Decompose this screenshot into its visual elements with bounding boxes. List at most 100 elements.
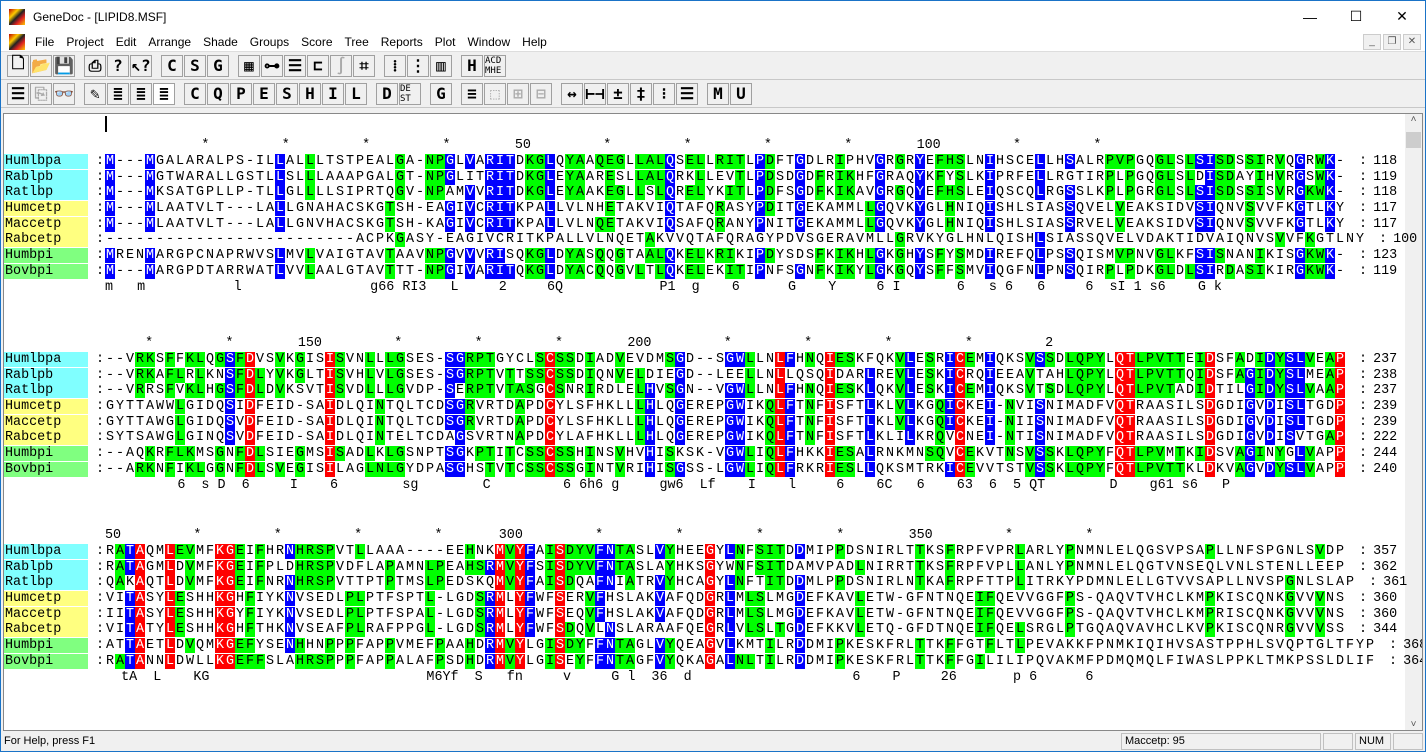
sequence-name[interactable]: Ratlbp [4, 383, 88, 399]
sequence-name[interactable]: Rabcetp [4, 430, 88, 446]
document-icon[interactable] [9, 33, 25, 50]
print-icon[interactable]: ⎙ [84, 54, 106, 77]
sequence-residues[interactable]: -------------------------ACPKGASY-EAGIVC… [105, 232, 1365, 248]
property-h-button[interactable]: H [299, 82, 321, 105]
menu-tree[interactable]: Tree [339, 35, 375, 49]
sequence-residues[interactable]: M---MKSATGPLLP-TLLGLLLLSIPRTQGV-NPAMVVRI… [105, 185, 1345, 201]
g-button[interactable]: G [430, 82, 452, 105]
grid-box-icon[interactable]: ⊞ [507, 82, 529, 105]
sequence-name[interactable]: Rablpb [4, 559, 88, 575]
sequence-name[interactable]: Humlbpa [4, 352, 88, 368]
property-c-button[interactable]: C [184, 82, 206, 105]
sequence-name[interactable]: Rabcetp [4, 232, 88, 248]
shade-mid-icon[interactable]: ≣ [130, 82, 152, 105]
menu-arrange[interactable]: Arrange [142, 35, 197, 49]
sequence-residues[interactable]: --ARKNFIKLGGNFDLSVEGISILAGLNLGYDPASGHSTV… [105, 461, 1345, 477]
close-button[interactable]: ✕ [1379, 1, 1425, 32]
menu-project[interactable]: Project [60, 35, 109, 49]
sequence-residues[interactable]: RATAGMLDVMFKGEIFPLDHRSPVDFLAPAMNLPEAHSRM… [105, 559, 1345, 575]
split-icon[interactable]: ‡ [630, 82, 652, 105]
m-button[interactable]: M [707, 82, 729, 105]
sequence-name[interactable]: Maccetp [4, 606, 88, 622]
vsplit-icon[interactable]: ⁝ [653, 82, 675, 105]
sequence-name[interactable]: Rabcetp [4, 622, 88, 638]
list-icon[interactable]: ☰ [284, 54, 306, 77]
sequence-name[interactable]: Humcetp [4, 591, 88, 607]
property-e-button[interactable]: E [253, 82, 275, 105]
dots-bar-icon[interactable]: ⋮ [407, 54, 429, 77]
sequence-name[interactable]: Rablpb [4, 169, 88, 185]
acd-mhe-icon[interactable]: ACD MHE [484, 54, 506, 77]
u-button[interactable]: U [730, 82, 752, 105]
sequence-name[interactable]: Bovbpi [4, 653, 88, 669]
sequence-residues[interactable]: M---MGTWARALLGSTLLSLLLAAAPGALGT-NPGLITRI… [105, 169, 1345, 185]
find-icon[interactable]: 👓 [53, 82, 75, 105]
new-icon[interactable]: 🗋 [7, 53, 29, 77]
property-p-button[interactable]: P [230, 82, 252, 105]
menu-window[interactable]: Window [461, 35, 516, 49]
mdi-close-button[interactable]: ✕ [1403, 33, 1421, 50]
sequence-residues[interactable]: RATANNLDWLLKGEFFSLAHRSPPPFAPPALAFPSDHDRM… [105, 653, 1375, 669]
sequence-residues[interactable]: --VRRSFVKLHGSFDLDVKSVTISVDLLLGVDP-SERPTV… [105, 383, 1345, 399]
sequence-residues[interactable]: SYTSAWGLGINQSVDFEID-SAIDLQINTELTCDAGSVRT… [105, 430, 1345, 446]
stack-icon[interactable]: ≡ [461, 82, 483, 105]
dots-full-icon[interactable]: ▥ [430, 54, 452, 77]
sequence-name[interactable]: Humlbpa [4, 544, 88, 560]
minimize-button[interactable]: — [1287, 1, 1333, 32]
sequence-name[interactable]: Ratlbp [4, 575, 88, 591]
mdi-minimize-button[interactable]: _ [1363, 33, 1381, 50]
sequence-residues[interactable]: --VRKAFLRLKNSFDLYVKGLTISVHLVLGSES-SGRPTV… [105, 367, 1345, 383]
list-lines-icon[interactable]: ☰ [676, 82, 698, 105]
scroll-up-icon[interactable]: ˄ [1405, 114, 1422, 125]
hi-icon[interactable]: H [461, 54, 483, 77]
menu-score[interactable]: Score [295, 35, 338, 49]
plusminus-icon[interactable]: ± [607, 82, 629, 105]
sequence-residues[interactable]: --AQKRFLKMSGNFDLSIEGMSISADLKLGSNPTSGKPTI… [105, 446, 1345, 462]
sequence-name[interactable]: Humcetp [4, 201, 88, 217]
menu-edit[interactable]: Edit [110, 35, 143, 49]
menu-plot[interactable]: Plot [429, 35, 462, 49]
sequence-residues[interactable]: QAKAQTLDVMFKGEIFNRNHRSPVTTPTPTMSLPEDSKQM… [105, 575, 1355, 591]
sequence-residues[interactable]: RATAQMLEVMFKGEIFHRNHRSPVTLLAAA----EEHNKM… [105, 544, 1345, 560]
context-help-icon[interactable]: ↖? [130, 54, 152, 77]
curve-icon[interactable]: ∫ [330, 54, 352, 77]
sequence-name[interactable]: Bovbpi [4, 461, 88, 477]
sequence-residues[interactable]: --VRKSFFKLQGSFDVSVKGISISVNLLLGSES-SGRPTG… [105, 352, 1345, 368]
menu-shade[interactable]: Shade [197, 35, 244, 49]
sequence-name[interactable]: Humlbpa [4, 154, 88, 170]
shade-right-icon[interactable]: ≣ [153, 82, 175, 105]
sequence-residues[interactable]: GYTTAWGLGIDQSVDFEID-SAIDLQINTQLTCDSGRVRT… [105, 414, 1345, 430]
sequence-residues[interactable]: MRENMARGPCNAPRWVSLMVLVAIGTAVTAAVNPGVVVRI… [105, 248, 1345, 264]
sequence-residues[interactable]: M---MARGPDTARRWATLVVLAALGTAVTTT-NPGIVARI… [105, 263, 1345, 279]
box-icon[interactable]: ⬚ [484, 82, 506, 105]
property-l-button[interactable]: L [345, 82, 367, 105]
sequence-residues[interactable]: M---MLAATVLT---LALLGNAHACSKGTSH-EAGIVCRI… [105, 201, 1345, 217]
shade-left-icon[interactable]: ≣ [107, 82, 129, 105]
sequence-residues[interactable]: GYTTAWWLGIDQSIDFEID-SAIDLQINTQLTCDSGRVRT… [105, 399, 1345, 415]
help-icon[interactable]: ? [107, 54, 129, 77]
lines-icon[interactable]: ☰ [7, 82, 29, 105]
dots-grid-icon[interactable]: ⁞ [384, 54, 406, 77]
group-mode-button[interactable]: G [207, 54, 229, 77]
menu-help[interactable]: Help [516, 35, 553, 49]
sequence-residues[interactable]: VITASYLESHHKGHFIYKNVSEDLPLPTFSPTL-LGDSRM… [105, 591, 1345, 607]
expand-icon[interactable]: ↔ [561, 82, 583, 105]
sequence-name[interactable]: Humcetp [4, 399, 88, 415]
property-s-button[interactable]: S [276, 82, 298, 105]
sequence-residues[interactable]: M---MLAATVLT---LALLGNVHACSKGTSH-KAGIVCRI… [105, 216, 1345, 232]
menu-file[interactable]: File [29, 35, 60, 49]
sequence-name[interactable]: Humbpi [4, 638, 88, 654]
tree-icon[interactable]: ⊏ [307, 54, 329, 77]
sequence-name[interactable]: Rablpb [4, 367, 88, 383]
maximize-button[interactable]: ☐ [1333, 1, 1379, 32]
alignment-view[interactable]: ˄ ˅ * * * * 50 * * * * 100 * * Humlbpa :… [3, 113, 1423, 731]
sequence-residues[interactable]: IITASYLESHHKGYFIYKNVSEDLPLPTFSPAL-LGDSRM… [105, 606, 1345, 622]
save-icon[interactable]: 💾 [53, 54, 75, 77]
edit-icon[interactable]: ✎ [84, 82, 106, 105]
mdi-restore-button[interactable]: ❐ [1383, 33, 1401, 50]
menu-reports[interactable]: Reports [375, 35, 429, 49]
sequence-name[interactable]: Humbpi [4, 446, 88, 462]
sequence-name[interactable]: Maccetp [4, 414, 88, 430]
scroll-down-icon[interactable]: ˅ [1405, 719, 1422, 730]
similarity-mode-button[interactable]: S [184, 54, 206, 77]
